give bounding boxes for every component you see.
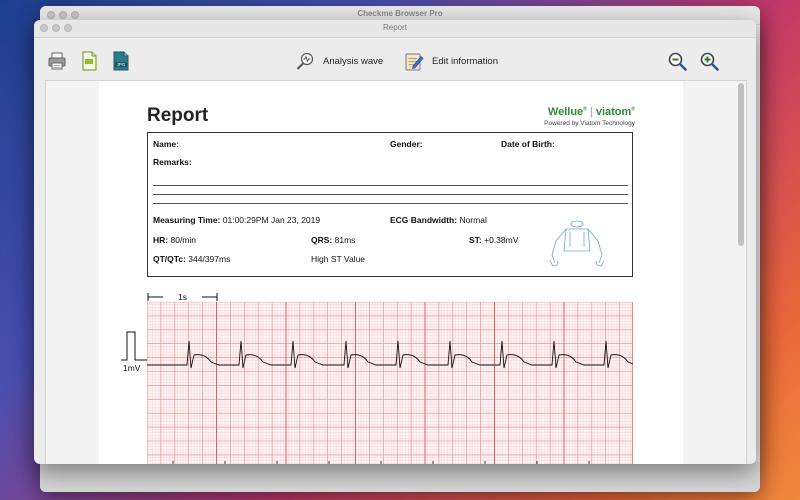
vertical-scrollbar[interactable] [738,83,744,461]
qt-qtc-label: QT/QTc: [153,254,186,264]
remarks-line [153,194,628,195]
zoom-out-icon [668,52,687,71]
time-scale-label: 1s [178,292,187,302]
export-jpg-button[interactable]: JPG [110,50,132,72]
scrollbar-thumb[interactable] [738,83,744,246]
patient-info-box: Name: Gender: Date of Birth: Remarks: Me… [147,132,633,277]
ecg-strip [147,302,633,464]
qt-qtc-field: QT/QTc: 344/397ms [153,254,230,264]
ecg-bandwidth-value: Normal [459,215,487,225]
brand-viatom: viatom [595,106,632,118]
finding-text: High ST Value [311,254,366,264]
report-title: Report [147,105,209,126]
pdf-file-icon [82,51,97,71]
qt-qtc-value: 344/397ms [188,254,231,264]
gender-field: Gender: [390,139,423,149]
st-value: +0.38mV [484,235,519,245]
edit-information-label: Edit information [432,55,499,67]
qrs-field: QRS: 81ms [311,235,355,245]
qrs-value: 81ms [334,235,356,245]
measuring-time-field: Measuring Time: 01:00:29PM Jan 23, 2019 [153,215,320,225]
brand-powered-by: Powered by Viatom Technology [544,120,635,127]
report-window: Report JPG Analysis wave Edit informatio… [34,20,756,464]
measuring-time-value: 01:00:29PM Jan 23, 2019 [222,215,321,225]
gender-label: Gender: [390,139,423,149]
st-label: ST: [469,235,482,245]
toolbar: JPG Analysis wave Edit information [34,38,756,84]
measuring-time-label: Measuring Time: [153,215,221,225]
background-window-footer [40,462,760,492]
window-title: Report [382,23,407,32]
remarks-field: Remarks: [153,157,192,167]
ecg-bandwidth-label: ECG Bandwidth: [390,215,458,225]
brand-logo: Wellue® | viatom® Powered by Viatom Tech… [529,106,635,127]
hr-value: 80/min [170,235,196,245]
report-page: Report Wellue® | viatom® Powered by Viat… [99,81,683,464]
qrs-label: QRS: [311,235,333,245]
window-titlebar: Report [34,20,756,38]
dob-label: Date of Birth: [501,139,555,149]
ecg-bandwidth-field: ECG Bandwidth: Normal [390,215,487,225]
ecg-grid-background [147,302,633,464]
dob-field: Date of Birth: [501,139,555,149]
body-figure-icon [549,220,605,267]
amplitude-scale-label: 1mV [123,363,141,373]
background-window-title: Checkme Browser Pro [357,9,443,18]
printer-icon [48,52,66,70]
remarks-line [153,203,628,204]
remarks-line [153,185,628,186]
jpg-file-icon: JPG [113,51,129,71]
zoom-out-button[interactable] [666,50,688,72]
edit-notes-icon [405,53,424,71]
hr-label: HR: [153,235,169,245]
analysis-wave-label: Analysis wave [323,55,384,67]
remarks-label: Remarks: [153,157,192,167]
name-field: Name: [153,139,179,149]
print-button[interactable] [46,50,68,72]
analysis-wave-button[interactable]: Analysis wave [295,50,383,72]
jpg-badge-label: JPG [117,62,126,67]
name-label: Name: [153,139,179,149]
report-viewport[interactable]: Report Wellue® | viatom® Powered by Viat… [45,80,747,464]
brand-wellue: Wellue [547,106,584,118]
brand-separator: | [589,106,593,118]
export-pdf-button[interactable] [78,50,100,72]
hr-field: HR: 80/min [153,235,196,245]
edit-information-button[interactable]: Edit information [404,50,498,72]
st-field: ST: +0.38mV [469,235,518,245]
zoom-in-button[interactable] [698,50,720,72]
zoom-in-icon [700,52,719,71]
magnifier-wave-icon [296,52,314,70]
